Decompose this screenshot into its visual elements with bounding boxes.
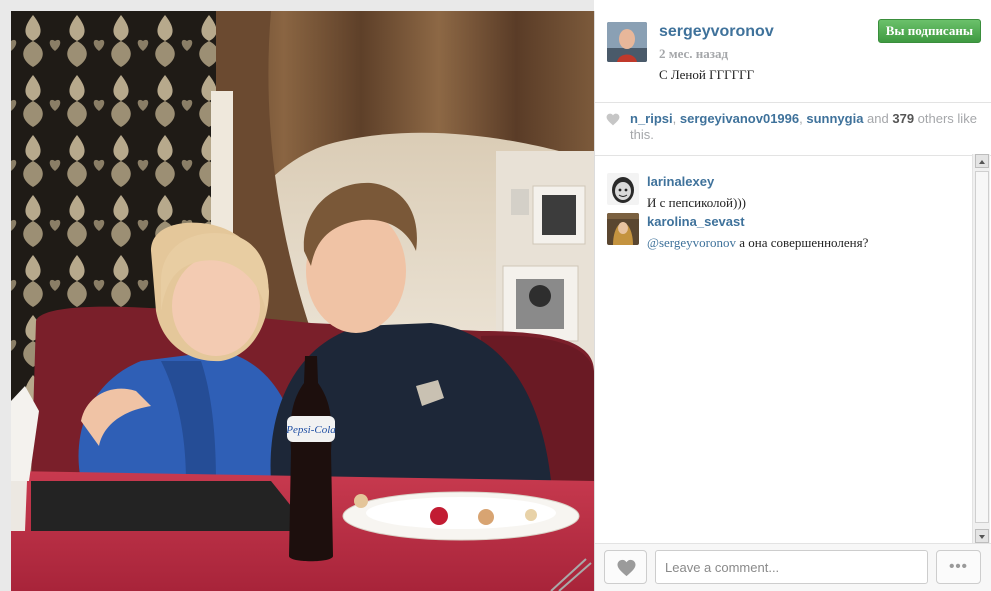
comment-input[interactable]	[655, 550, 928, 584]
scroll-down-button[interactable]	[975, 529, 989, 543]
comment-mention[interactable]: @sergeyvoronov	[647, 235, 736, 250]
scroll-up-button[interactable]	[975, 154, 989, 168]
comment-list: larinalexey И с пепсиколой))) karolina_s…	[595, 156, 972, 540]
likes-summary: n_ripsi, sergeyivanov01996, sunnygia and…	[630, 111, 977, 142]
commenter-avatar[interactable]	[607, 173, 639, 205]
post-author-username[interactable]: sergeyvoronov	[659, 23, 774, 41]
heart-icon	[617, 559, 636, 577]
comments-scrollbar[interactable]	[972, 154, 990, 543]
liker-username[interactable]: n_ripsi	[630, 111, 673, 126]
comment-text: И с пепсиколой)))	[647, 195, 746, 210]
arrow-up-icon	[979, 160, 985, 164]
photo-scene: Pepsi-Cola	[11, 11, 594, 591]
post-timestamp[interactable]: 2 мес. назад	[659, 46, 728, 62]
photo-frame: Pepsi-Cola	[0, 0, 594, 591]
arrow-down-icon	[979, 535, 985, 539]
liker-username[interactable]: sunnygia	[806, 111, 863, 126]
heart-icon	[606, 113, 620, 126]
comment-item: karolina_sevast @sergeyvoronov а она сов…	[607, 213, 967, 253]
post-sidebar: sergeyvoronov 2 мес. назад С Леной ГГГГГ…	[594, 11, 991, 591]
like-button[interactable]	[604, 550, 647, 584]
avatar[interactable]	[607, 22, 647, 62]
comment-bar: •••	[595, 543, 991, 591]
comment-text: @sergeyvoronov а она совершенноленя?	[647, 235, 869, 250]
likes-count[interactable]: 379	[892, 111, 914, 126]
commenter-avatar[interactable]	[607, 213, 639, 245]
liker-username[interactable]: sergeyivanov01996	[680, 111, 799, 126]
following-button[interactable]: Вы подписаны	[877, 19, 981, 43]
ellipsis-icon: •••	[949, 558, 968, 575]
scrollbar-thumb[interactable]	[975, 171, 989, 523]
likes-section: n_ripsi, sergeyivanov01996, sunnygia and…	[595, 103, 991, 156]
post-photo[interactable]: Pepsi-Cola	[11, 11, 594, 591]
comment-username[interactable]: karolina_sevast	[647, 214, 745, 229]
more-options-button[interactable]: •••	[936, 550, 981, 584]
comment-username[interactable]: larinalexey	[647, 174, 714, 189]
post-caption: С Леной ГГГГГГ	[659, 67, 755, 82]
post-header: sergeyvoronov 2 мес. назад С Леной ГГГГГ…	[595, 11, 991, 103]
bottle-label: Pepsi-Cola	[285, 424, 336, 436]
comment-item: larinalexey И с пепсиколой)))	[607, 173, 967, 213]
